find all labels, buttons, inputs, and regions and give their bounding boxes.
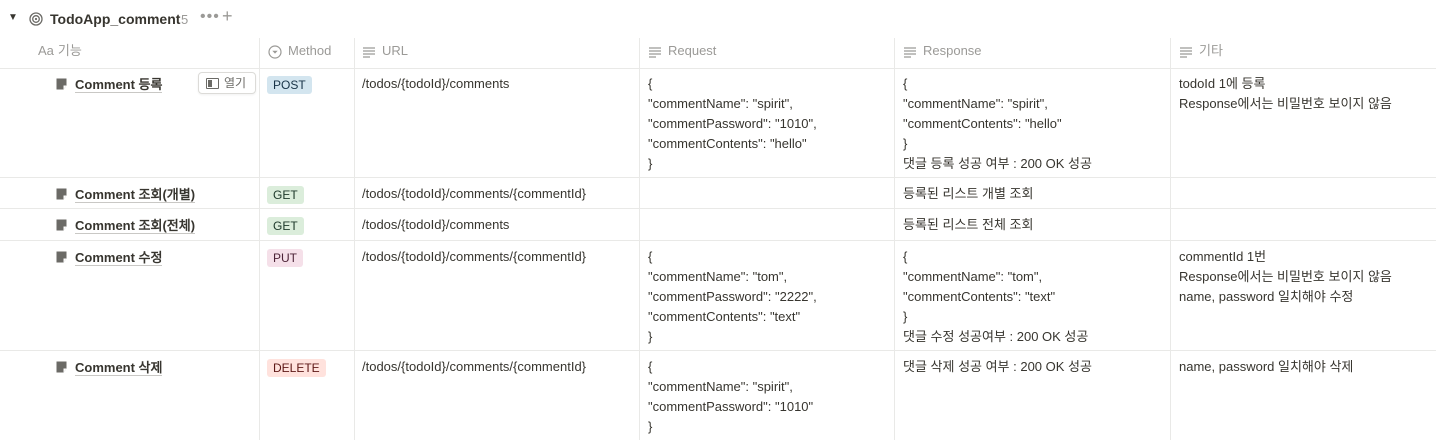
url-cell[interactable]: /todos/{todoId}/comments bbox=[362, 215, 509, 235]
request-cell[interactable]: { "commentName": "spirit", "commentPassw… bbox=[648, 74, 817, 174]
response-cell[interactable]: { "commentName": "tom", "commentContents… bbox=[903, 247, 1088, 347]
column-header-response-label: Response bbox=[923, 43, 982, 58]
column-header-etc-label: 기타 bbox=[1199, 43, 1223, 58]
page-icon bbox=[56, 188, 67, 200]
response-cell[interactable]: 등록된 리스트 개별 조회 bbox=[903, 184, 1033, 204]
etc-cell[interactable]: commentId 1번 Response에서는 비밀번호 보이지 않음 nam… bbox=[1179, 247, 1392, 307]
select-property-icon bbox=[268, 44, 282, 59]
url-cell[interactable]: /todos/{todoId}/comments/{commentId} bbox=[362, 357, 586, 377]
text-property-icon bbox=[363, 46, 375, 58]
method-tag: POST bbox=[267, 76, 312, 94]
column-header-etc[interactable]: 기타 bbox=[1179, 38, 1223, 68]
column-header-method-label: Method bbox=[288, 43, 332, 58]
row-title[interactable]: Comment 조회(전체) bbox=[56, 215, 196, 234]
row-title[interactable]: Comment 등록 bbox=[56, 74, 163, 93]
method-tag: PUT bbox=[267, 249, 303, 267]
column-header-response[interactable]: Response bbox=[903, 38, 982, 68]
database-header: ▼ TodoApp_comment 5 ••• + bbox=[0, 0, 1436, 38]
database-count: 5 bbox=[181, 12, 189, 27]
text-property-icon bbox=[649, 46, 661, 58]
page-icon bbox=[56, 361, 67, 373]
row-title[interactable]: Comment 수정 bbox=[56, 247, 163, 266]
text-property-icon bbox=[904, 46, 916, 58]
table-row[interactable]: Comment 수정 PUT /todos/{todoId}/comments/… bbox=[0, 241, 1436, 351]
table-row[interactable]: Comment 조회(전체) GET /todos/{todoId}/comme… bbox=[0, 209, 1436, 241]
more-options-icon[interactable]: ••• bbox=[200, 8, 220, 26]
page-icon bbox=[56, 251, 67, 263]
column-header-request[interactable]: Request bbox=[648, 38, 716, 68]
column-header-url[interactable]: URL bbox=[362, 38, 408, 68]
database-title[interactable]: TodoApp_comment bbox=[50, 11, 180, 27]
request-cell[interactable]: { "commentName": "tom", "commentPassword… bbox=[648, 247, 817, 347]
response-cell[interactable]: 댓글 삭제 성공 여부 : 200 OK 성공 bbox=[903, 357, 1092, 377]
response-cell[interactable]: 등록된 리스트 전체 조회 bbox=[903, 215, 1033, 235]
table-header: Aa 기능 Method URL Request Response 기타 bbox=[0, 38, 1436, 69]
method-tag: GET bbox=[267, 217, 304, 235]
page-icon bbox=[56, 78, 67, 90]
response-cell[interactable]: { "commentName": "spirit", "commentConte… bbox=[903, 74, 1092, 174]
database-target-icon bbox=[29, 12, 43, 26]
column-header-request-label: Request bbox=[668, 43, 717, 58]
column-header-method[interactable]: Method bbox=[268, 38, 331, 68]
row-title[interactable]: Comment 삭제 bbox=[56, 357, 163, 376]
method-tag: DELETE bbox=[267, 359, 326, 377]
etc-cell[interactable]: name, password 일치해야 삭제 bbox=[1179, 357, 1353, 377]
add-view-icon[interactable]: + bbox=[222, 6, 233, 27]
url-cell[interactable]: /todos/{todoId}/comments/{commentId} bbox=[362, 247, 586, 267]
request-cell[interactable]: { "commentName": "spirit", "commentPassw… bbox=[648, 357, 813, 437]
page-icon bbox=[56, 219, 67, 231]
title-property-icon: Aa bbox=[38, 43, 54, 58]
row-title[interactable]: Comment 조회(개별) bbox=[56, 184, 196, 203]
table-row[interactable]: Comment 삭제 DELETE /todos/{todoId}/commen… bbox=[0, 351, 1436, 440]
url-cell[interactable]: /todos/{todoId}/comments/{commentId} bbox=[362, 184, 586, 204]
method-tag: GET bbox=[267, 186, 304, 204]
collapse-toggle-icon[interactable]: ▼ bbox=[8, 12, 18, 23]
url-cell[interactable]: /todos/{todoId}/comments bbox=[362, 74, 509, 94]
column-header-url-label: URL bbox=[382, 43, 409, 58]
text-property-icon bbox=[1180, 46, 1192, 58]
etc-cell[interactable]: todoId 1에 등록 Response에서는 비밀번호 보이지 않음 bbox=[1179, 74, 1392, 114]
table-row[interactable]: Comment 조회(개별) GET /todos/{todoId}/comme… bbox=[0, 178, 1436, 209]
column-header-name-label: 기능 bbox=[57, 43, 82, 58]
open-side-peek-icon bbox=[206, 78, 219, 89]
column-header-name[interactable]: Aa 기능 bbox=[38, 38, 82, 68]
open-page-button[interactable]: 열기 bbox=[198, 72, 256, 94]
